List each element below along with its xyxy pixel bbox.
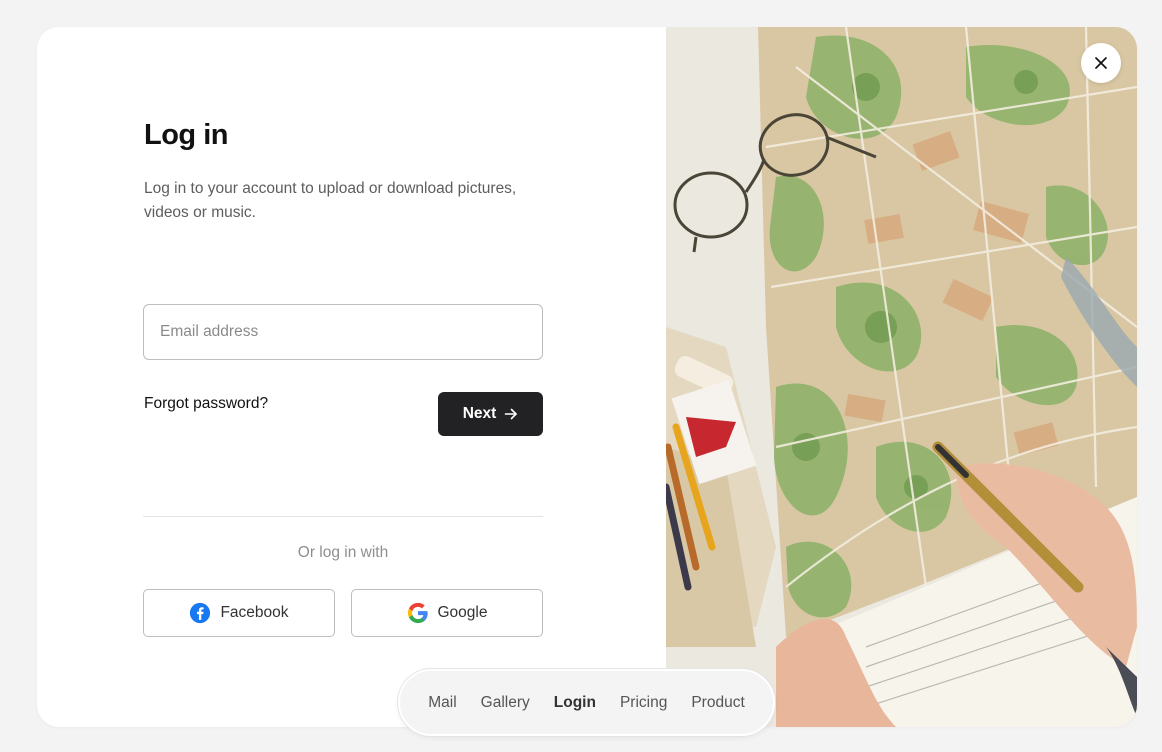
login-dialog: Log in Log in to your account to upload …	[37, 27, 1137, 727]
google-label: Google	[437, 604, 488, 621]
nav-item-login[interactable]: Login	[554, 694, 596, 712]
bottom-navigation: Mail Gallery Login Pricing Product	[398, 669, 775, 736]
nav-item-gallery[interactable]: Gallery	[481, 694, 530, 712]
next-button[interactable]: Next	[438, 392, 543, 436]
map-photo-illustration	[666, 27, 1137, 727]
facebook-login-button[interactable]: Facebook	[143, 589, 335, 637]
nav-item-pricing[interactable]: Pricing	[620, 694, 667, 712]
email-field[interactable]	[143, 304, 543, 360]
close-button[interactable]	[1081, 43, 1121, 83]
or-login-with-label: Or log in with	[297, 544, 389, 561]
hero-photo	[666, 27, 1137, 727]
login-form-pane: Log in Log in to your account to upload …	[37, 27, 666, 727]
login-subtitle: Log in to your account to upload or down…	[144, 180, 517, 221]
facebook-label: Facebook	[220, 604, 289, 621]
page-title: Log in	[144, 119, 228, 151]
nav-item-product[interactable]: Product	[691, 694, 744, 712]
next-button-label: Next	[462, 405, 497, 422]
forgot-password-link[interactable]: Forgot password?	[144, 395, 268, 413]
close-icon	[1095, 57, 1107, 69]
google-login-button[interactable]: Google	[351, 589, 543, 637]
nav-item-mail[interactable]: Mail	[428, 694, 456, 712]
divider	[143, 516, 543, 517]
google-icon	[407, 602, 428, 624]
arrow-right-icon	[504, 408, 518, 420]
facebook-icon	[190, 602, 211, 624]
